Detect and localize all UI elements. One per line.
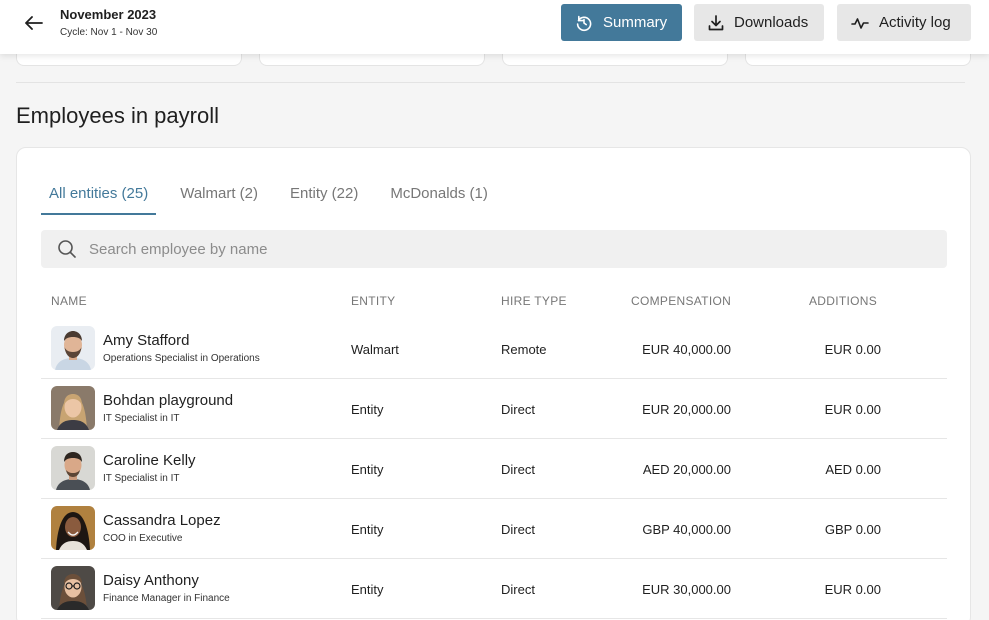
refresh-clock-icon: [576, 15, 592, 31]
employee-additions: GBP 0.00: [824, 522, 881, 537]
employee-role: Operations Specialist in Operations: [103, 353, 260, 364]
table-row[interactable]: Bohdan playground IT Specialist in IT En…: [41, 379, 947, 439]
column-header-entity[interactable]: ENTITY: [351, 294, 395, 308]
tab-mcdonalds[interactable]: McDonalds (1): [382, 178, 496, 215]
employee-name: Daisy Anthony: [103, 572, 199, 589]
activity-log-button-label: Activity log: [879, 14, 951, 31]
search-icon: [58, 240, 76, 258]
cycle-dates: Cycle: Nov 1 - Nov 30: [60, 27, 158, 38]
search-box: [41, 230, 947, 268]
employee-role: Finance Manager in Finance: [103, 593, 230, 604]
employee-hire-type: Direct: [501, 402, 535, 417]
employee-role: IT Specialist in IT: [103, 413, 180, 424]
employee-hire-type: Direct: [501, 522, 535, 537]
employee-hire-type: Remote: [501, 342, 547, 357]
employee-entity: Entity: [351, 402, 384, 417]
employee-additions: EUR 0.00: [824, 402, 881, 417]
employee-compensation: AED 20,000.00: [642, 462, 731, 477]
employees-card: All entities (25) Walmart (2) Entity (22…: [16, 147, 971, 620]
top-bar: November 2023 Cycle: Nov 1 - Nov 30 Summ…: [0, 0, 989, 54]
column-header-hire-type[interactable]: HIRE TYPE: [501, 294, 567, 308]
employee-name: Cassandra Lopez: [103, 512, 221, 529]
employee-compensation: GBP 40,000.00: [642, 522, 731, 537]
tab-all-entities[interactable]: All entities (25): [41, 178, 157, 215]
table-row[interactable]: Cassandra Lopez COO in Executive Entity …: [41, 499, 947, 559]
employee-role: IT Specialist in IT: [103, 473, 180, 484]
table-header: NAME ENTITY HIRE TYPE COMPENSATION ADDIT…: [41, 294, 947, 310]
tab-entity[interactable]: Entity (22): [282, 178, 366, 215]
table-row[interactable]: Daisy Anthony Finance Manager in Finance…: [41, 559, 947, 619]
activity-pulse-icon: [851, 17, 869, 29]
column-header-additions[interactable]: ADDITIONS: [809, 294, 877, 308]
avatar: [51, 566, 95, 610]
employee-entity: Entity: [351, 522, 384, 537]
employee-compensation: EUR 30,000.00: [642, 582, 731, 597]
summary-button-label: Summary: [603, 14, 668, 31]
entity-tabs: All entities (25) Walmart (2) Entity (22…: [41, 178, 512, 215]
column-header-compensation[interactable]: COMPENSATION: [631, 294, 731, 308]
tab-walmart[interactable]: Walmart (2): [172, 178, 266, 215]
employee-entity: Entity: [351, 462, 384, 477]
back-arrow-icon[interactable]: [22, 12, 46, 34]
search-input[interactable]: [89, 240, 889, 258]
employee-name: Caroline Kelly: [103, 452, 196, 469]
column-header-name[interactable]: NAME: [51, 294, 87, 308]
employee-compensation: EUR 20,000.00: [642, 402, 731, 417]
download-icon: [708, 14, 724, 30]
employee-name: Amy Stafford: [103, 332, 190, 349]
employee-name: Bohdan playground: [103, 392, 234, 409]
avatar: [51, 386, 95, 430]
table-row[interactable]: Amy Stafford Operations Specialist in Op…: [41, 319, 947, 379]
summary-button[interactable]: Summary: [561, 4, 682, 41]
section-title: Employees in payroll: [16, 103, 219, 128]
payroll-period-title: November 2023: [60, 7, 157, 22]
employee-additions: AED 0.00: [825, 462, 881, 477]
employee-entity: Walmart: [351, 342, 399, 357]
avatar: [51, 326, 95, 370]
employee-hire-type: Direct: [501, 462, 535, 477]
downloads-button[interactable]: Downloads: [694, 4, 824, 41]
employee-additions: EUR 0.00: [824, 582, 881, 597]
employee-additions: EUR 0.00: [824, 342, 881, 357]
employee-hire-type: Direct: [501, 582, 535, 597]
employee-entity: Entity: [351, 582, 384, 597]
table-row[interactable]: Caroline Kelly IT Specialist in IT Entit…: [41, 439, 947, 499]
activity-log-button[interactable]: Activity log: [837, 4, 971, 41]
downloads-button-label: Downloads: [734, 14, 809, 31]
employee-compensation: EUR 40,000.00: [642, 342, 731, 357]
section-divider: [16, 82, 965, 83]
employee-role: COO in Executive: [103, 533, 183, 544]
avatar: [51, 446, 95, 490]
avatar: [51, 506, 95, 550]
